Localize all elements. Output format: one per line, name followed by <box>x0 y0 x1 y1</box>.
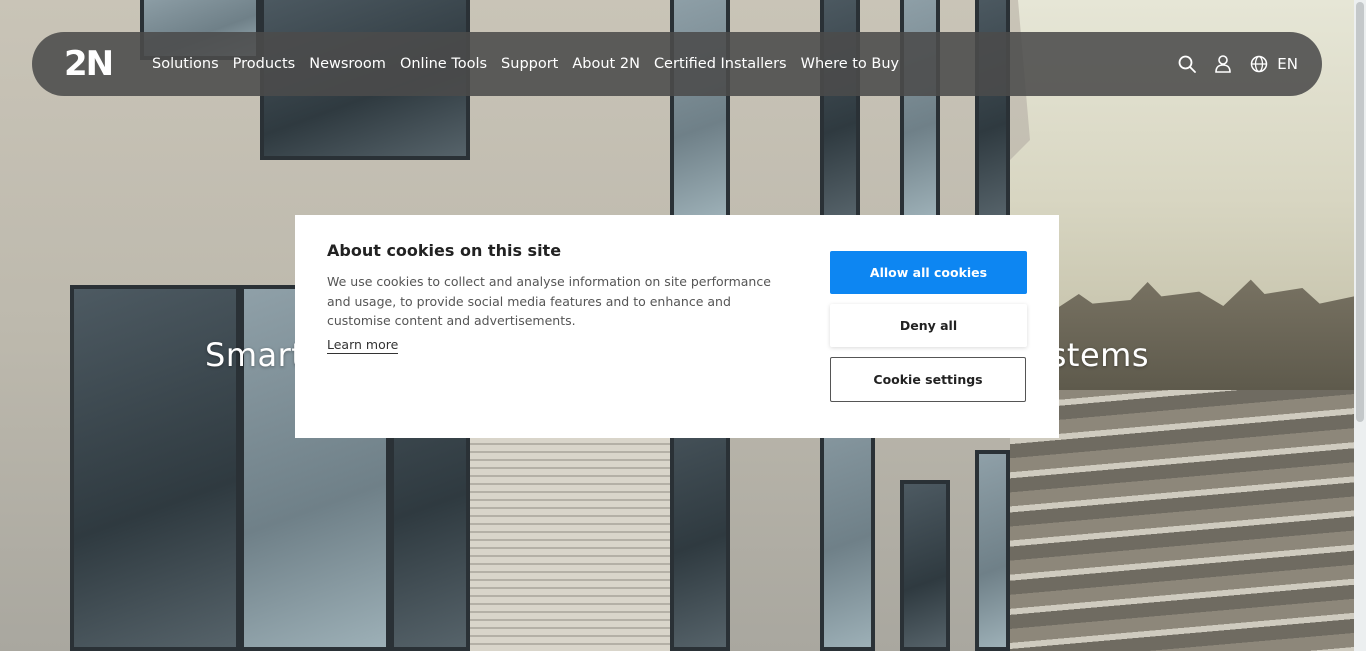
cookie-button-group: Allow all cookies Deny all Cookie settin… <box>830 241 1027 438</box>
cookie-text-block: About cookies on this site We use cookie… <box>327 241 787 438</box>
building-window <box>900 480 950 651</box>
building-window <box>975 450 1010 651</box>
hero-title-right: stems <box>1049 336 1149 374</box>
nav-link-where-to-buy[interactable]: Where to Buy <box>801 56 900 72</box>
language-label: EN <box>1277 55 1298 73</box>
search-icon[interactable] <box>1177 54 1197 74</box>
cookie-consent-dialog: About cookies on this site We use cookie… <box>295 215 1059 438</box>
brand-logo[interactable]: 2N <box>64 47 124 81</box>
nav-actions: EN <box>1177 54 1298 74</box>
nav-link-products[interactable]: Products <box>233 56 296 72</box>
nav-link-about[interactable]: About 2N <box>572 56 640 72</box>
deny-all-button[interactable]: Deny all <box>830 304 1027 347</box>
allow-all-cookies-button[interactable]: Allow all cookies <box>830 251 1027 294</box>
nav-link-newsroom[interactable]: Newsroom <box>309 56 386 72</box>
nav-link-certified-installers[interactable]: Certified Installers <box>654 56 787 72</box>
nav-link-online-tools[interactable]: Online Tools <box>400 56 487 72</box>
cookie-description: We use cookies to collect and analyse in… <box>327 274 771 328</box>
top-navbar: 2N Solutions Products Newsroom Online To… <box>32 32 1322 96</box>
hero-railway <box>1010 390 1354 651</box>
page-scrollbar[interactable] <box>1354 0 1366 651</box>
globe-icon <box>1249 54 1269 74</box>
language-selector[interactable]: EN <box>1249 54 1298 74</box>
scrollbar-thumb[interactable] <box>1356 2 1364 422</box>
cookie-title: About cookies on this site <box>327 241 562 260</box>
hero-title-left: Smart <box>205 336 305 374</box>
user-icon[interactable] <box>1213 54 1233 74</box>
main-nav: Solutions Products Newsroom Online Tools… <box>152 56 1177 72</box>
learn-more-link[interactable]: Learn more <box>327 337 399 354</box>
nav-link-solutions[interactable]: Solutions <box>152 56 219 72</box>
cookie-settings-button[interactable]: Cookie settings <box>830 357 1026 402</box>
nav-link-support[interactable]: Support <box>501 56 558 72</box>
